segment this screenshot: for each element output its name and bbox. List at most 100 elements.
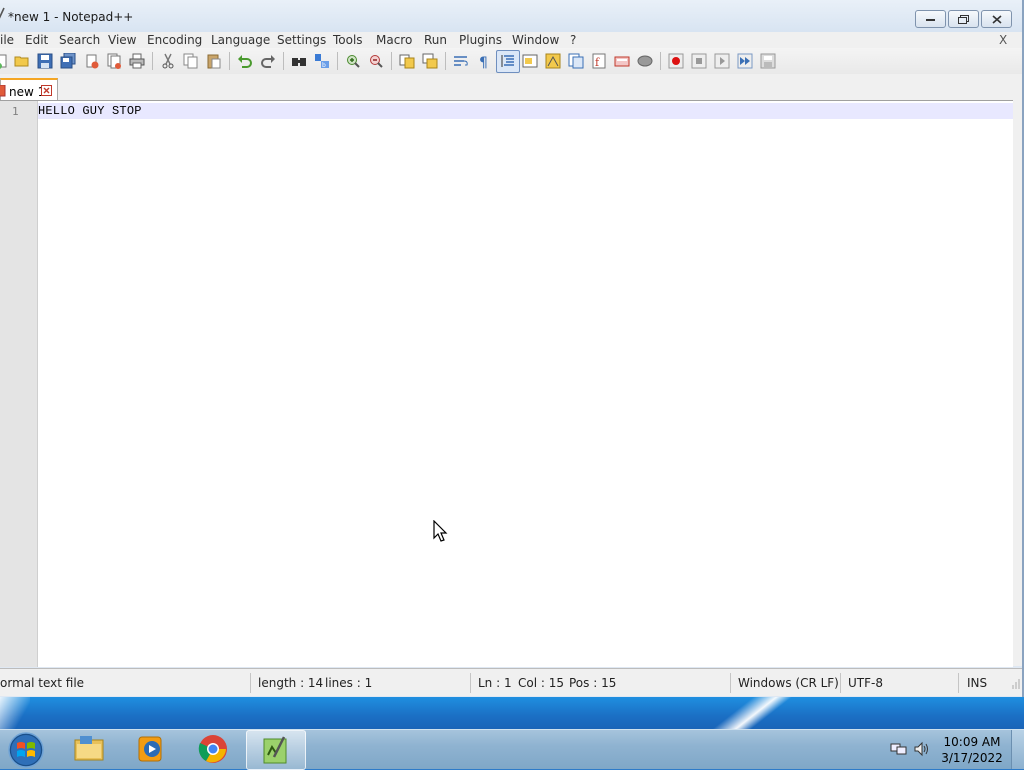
- resize-grip-icon[interactable]: [1010, 677, 1020, 691]
- document-map-icon: [545, 53, 561, 69]
- zoom-in-button[interactable]: [345, 53, 361, 69]
- run-macro-multiple-icon: [737, 53, 753, 69]
- print-button[interactable]: [129, 53, 145, 69]
- menu-tools[interactable]: Tools: [333, 33, 363, 47]
- toolbar: b ¶ f: [0, 48, 1022, 75]
- new-icon: [0, 54, 7, 69]
- menu-search[interactable]: Search: [59, 33, 100, 47]
- menu-edit[interactable]: Edit: [25, 33, 48, 47]
- new-file-button[interactable]: [0, 53, 10, 69]
- taskbar-chrome[interactable]: [184, 730, 242, 768]
- status-eol[interactable]: Windows (CR LF): [738, 676, 839, 690]
- notepad-plus-plus-icon: [263, 736, 287, 764]
- taskbar-notepad-plus-plus[interactable]: [246, 730, 306, 770]
- replace-button[interactable]: b: [314, 53, 330, 69]
- start-orb-icon[interactable]: [7, 731, 45, 769]
- minimize-button[interactable]: [915, 10, 946, 28]
- status-divider: [958, 673, 959, 693]
- title-bar[interactable]: *new 1 - Notepad++: [0, 0, 1022, 32]
- copy-button[interactable]: [183, 53, 199, 69]
- tab-label: new 1: [9, 85, 46, 99]
- play-macro-button[interactable]: [714, 53, 730, 69]
- document-list-button[interactable]: f: [591, 53, 607, 69]
- close-file-button[interactable]: [84, 53, 100, 69]
- menu-encoding[interactable]: Encoding: [147, 33, 202, 47]
- zoom-in-icon: [347, 55, 360, 68]
- system-clock[interactable]: 10:09 AM 3/17/2022: [940, 734, 1004, 766]
- document-map-button[interactable]: [545, 53, 561, 69]
- toolbar-separator: [660, 52, 661, 70]
- status-length: length : 14: [258, 676, 324, 690]
- status-encoding[interactable]: UTF-8: [848, 676, 883, 690]
- close-icon: [86, 54, 99, 69]
- save-macro-button[interactable]: [760, 53, 776, 69]
- undo-button[interactable]: [237, 53, 253, 69]
- show-desktop-button[interactable]: [1011, 730, 1024, 769]
- status-divider: [470, 673, 471, 693]
- zoom-out-button[interactable]: [368, 53, 384, 69]
- current-line-highlight: [38, 103, 1013, 119]
- window-title: *new 1 - Notepad++: [8, 10, 134, 24]
- indent-guide-button[interactable]: [496, 50, 520, 73]
- menu-help[interactable]: ?: [570, 33, 576, 47]
- close-all-button[interactable]: [106, 53, 122, 69]
- menu-file[interactable]: ile: [0, 33, 14, 47]
- toolbar-separator: [337, 52, 338, 70]
- toolbar-separator: [445, 52, 446, 70]
- record-macro-button[interactable]: [668, 53, 684, 69]
- taskbar-media-player[interactable]: [122, 730, 180, 768]
- menu-settings[interactable]: Settings: [277, 33, 326, 47]
- menu-window[interactable]: Window: [512, 33, 559, 47]
- word-wrap-button[interactable]: [453, 53, 469, 69]
- menu-run[interactable]: Run: [424, 33, 447, 47]
- stop-recording-button[interactable]: [691, 53, 707, 69]
- status-bar: ormal text file length : 14 lines : 1 Ln…: [0, 668, 1022, 696]
- file-explorer-icon: [74, 736, 104, 761]
- save-all-button[interactable]: [60, 53, 76, 69]
- clock-date: 3/17/2022: [941, 751, 1003, 765]
- maximize-button[interactable]: [948, 10, 979, 28]
- run-macro-multiple-button[interactable]: [737, 53, 753, 69]
- editor-area[interactable]: 1 HELLO GUY STOP: [0, 100, 1013, 667]
- save-button[interactable]: [37, 53, 53, 69]
- save-icon: [37, 53, 53, 69]
- play-macro-icon: [714, 53, 730, 69]
- status-col: Col : 15: [518, 676, 564, 690]
- sync-vertical-button[interactable]: [399, 53, 415, 69]
- line-number: 1: [12, 105, 19, 118]
- function-list-button[interactable]: [568, 53, 584, 69]
- close-button[interactable]: [981, 10, 1012, 28]
- menu-plugins[interactable]: Plugins: [459, 33, 502, 47]
- editor-line[interactable]: HELLO GUY STOP: [38, 104, 142, 118]
- record-macro-icon: [668, 53, 684, 69]
- show-all-chars-icon: ¶: [479, 55, 488, 69]
- taskbar-file-explorer[interactable]: [60, 730, 118, 768]
- redo-button[interactable]: [260, 53, 276, 69]
- open-file-button[interactable]: [14, 53, 30, 69]
- clock-time: 10:09 AM: [943, 735, 1001, 749]
- tab-close-icon[interactable]: [41, 85, 52, 96]
- cut-button[interactable]: [160, 53, 176, 69]
- notepad-plus-plus-app-icon: [0, 7, 5, 19]
- menu-view[interactable]: View: [108, 33, 136, 47]
- volume-icon[interactable]: [913, 741, 931, 757]
- paste-button[interactable]: [206, 53, 222, 69]
- status-divider: [840, 673, 841, 693]
- cut-icon: [162, 53, 174, 69]
- menu-macro[interactable]: Macro: [376, 33, 412, 47]
- bubble-button[interactable]: [637, 53, 653, 69]
- bubble-icon: [637, 55, 653, 67]
- status-insert-mode[interactable]: INS: [967, 676, 987, 690]
- network-icon[interactable]: [890, 741, 908, 757]
- indent-guide-icon: [501, 55, 514, 67]
- folder-as-workspace-button[interactable]: [522, 53, 538, 69]
- sync-horizontal-button[interactable]: [422, 53, 438, 69]
- monitoring-button[interactable]: [614, 53, 630, 69]
- close-document-button[interactable]: X: [999, 33, 1007, 47]
- find-button[interactable]: [291, 53, 307, 69]
- toolbar-separator: [152, 52, 153, 70]
- tab-new-1[interactable]: new 1: [0, 78, 58, 102]
- show-all-characters-button[interactable]: ¶: [476, 53, 492, 69]
- svg-text:¶: ¶: [479, 55, 488, 69]
- menu-language[interactable]: Language: [211, 33, 270, 47]
